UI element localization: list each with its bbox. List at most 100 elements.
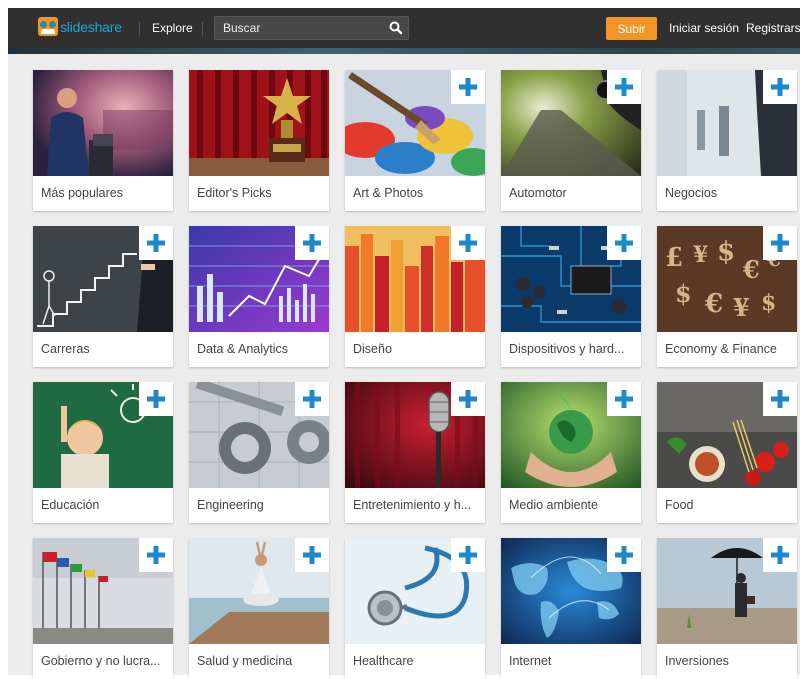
plus-icon bbox=[615, 78, 633, 96]
category-label: Salud y medicina bbox=[197, 654, 293, 668]
plus-icon bbox=[459, 546, 477, 564]
login-link[interactable]: Iniciar sesión bbox=[669, 21, 739, 35]
svg-text:€: € bbox=[742, 255, 760, 284]
category-card-art-photos[interactable]: Art & Photos bbox=[345, 70, 485, 211]
register-link[interactable]: Registrarse bbox=[746, 21, 800, 35]
category-label: Internet bbox=[509, 654, 552, 668]
follow-plus-button[interactable] bbox=[451, 70, 485, 104]
slideshare-logo[interactable]: slideshare bbox=[38, 17, 122, 36]
category-label: Art & Photos bbox=[353, 186, 424, 200]
category-card-inversiones[interactable]: Inversiones bbox=[657, 538, 797, 679]
category-label: Economy & Finance bbox=[665, 342, 777, 356]
nav-divider bbox=[139, 22, 140, 36]
svg-text:¥: ¥ bbox=[733, 293, 750, 322]
follow-plus-button[interactable] bbox=[295, 382, 329, 416]
follow-plus-button[interactable] bbox=[607, 70, 641, 104]
category-label: Negocios bbox=[665, 186, 718, 200]
follow-plus-button[interactable] bbox=[295, 538, 329, 572]
search-icon[interactable] bbox=[388, 20, 404, 36]
svg-text:€: € bbox=[704, 289, 723, 319]
category-card-engineering[interactable]: Engineering bbox=[189, 382, 329, 523]
category-card-gobierno[interactable]: Gobierno y no lucra... bbox=[33, 538, 173, 679]
category-card-data-analytics[interactable]: Data & Analytics bbox=[189, 226, 329, 367]
category-card-mas-populares[interactable]: Más populares bbox=[33, 70, 173, 211]
follow-plus-button[interactable] bbox=[763, 226, 797, 260]
plus-icon bbox=[459, 234, 477, 252]
follow-plus-button[interactable] bbox=[763, 538, 797, 572]
category-label: Educación bbox=[41, 498, 100, 512]
category-card-economy-finance[interactable]: £ ¥ $ € $ € ¥ $ € Economy & Finance bbox=[657, 226, 797, 367]
category-label: Automotor bbox=[509, 186, 567, 200]
explore-link[interactable]: Explore bbox=[152, 21, 193, 35]
follow-plus-button[interactable] bbox=[139, 538, 173, 572]
category-label: Gobierno y no lucra... bbox=[41, 654, 161, 668]
svg-text:$: $ bbox=[761, 290, 776, 316]
category-label: Medio ambiente bbox=[509, 498, 598, 512]
category-label: Dispositivos y hard... bbox=[509, 342, 625, 356]
upload-button[interactable]: Subir bbox=[606, 17, 657, 40]
follow-plus-button[interactable] bbox=[607, 226, 641, 260]
plus-icon bbox=[303, 390, 321, 408]
plus-icon bbox=[147, 390, 165, 408]
category-card-diseno[interactable]: Diseño bbox=[345, 226, 485, 367]
plus-icon bbox=[459, 390, 477, 408]
follow-plus-button[interactable] bbox=[451, 226, 485, 260]
follow-plus-button[interactable] bbox=[607, 538, 641, 572]
top-navigation-bar: slideshare Explore Subir Iniciar sesión … bbox=[8, 8, 800, 48]
category-card-educacion[interactable]: Educación bbox=[33, 382, 173, 523]
follow-plus-button[interactable] bbox=[763, 70, 797, 104]
svg-text:$: $ bbox=[717, 237, 735, 267]
plus-icon bbox=[147, 234, 165, 252]
category-thumbnail bbox=[189, 70, 329, 176]
category-label: Más populares bbox=[41, 186, 123, 200]
category-card-editors-picks[interactable]: Editor's Picks bbox=[189, 70, 329, 211]
category-grid: Más populares Editor's Picks Art & Photo… bbox=[8, 54, 800, 679]
svg-text:$: $ bbox=[675, 279, 692, 308]
category-label: Healthcare bbox=[353, 654, 414, 668]
plus-icon bbox=[147, 546, 165, 564]
plus-icon bbox=[771, 78, 789, 96]
nav-divider bbox=[202, 22, 203, 36]
category-card-salud-medicina[interactable]: Salud y medicina bbox=[189, 538, 329, 679]
plus-icon bbox=[303, 546, 321, 564]
search-box bbox=[214, 16, 409, 40]
category-label: Food bbox=[665, 498, 694, 512]
category-label: Engineering bbox=[197, 498, 264, 512]
plus-icon bbox=[771, 234, 789, 252]
category-label: Carreras bbox=[41, 342, 90, 356]
plus-icon bbox=[615, 390, 633, 408]
plus-icon bbox=[459, 78, 477, 96]
slideshare-logo-icon bbox=[38, 17, 58, 36]
follow-plus-button[interactable] bbox=[295, 226, 329, 260]
follow-plus-button[interactable] bbox=[139, 382, 173, 416]
plus-icon bbox=[615, 234, 633, 252]
search-input[interactable] bbox=[215, 17, 385, 39]
category-label: Inversiones bbox=[665, 654, 729, 668]
follow-plus-button[interactable] bbox=[139, 226, 173, 260]
category-card-dispositivos[interactable]: Dispositivos y hard... bbox=[501, 226, 641, 367]
category-card-carreras[interactable]: Carreras bbox=[33, 226, 173, 367]
svg-text:¥: ¥ bbox=[693, 242, 708, 268]
category-card-internet[interactable]: Internet bbox=[501, 538, 641, 679]
follow-plus-button[interactable] bbox=[451, 538, 485, 572]
plus-icon bbox=[771, 390, 789, 408]
plus-icon bbox=[771, 546, 789, 564]
category-label: Data & Analytics bbox=[197, 342, 289, 356]
category-label: Diseño bbox=[353, 342, 392, 356]
plus-icon bbox=[615, 546, 633, 564]
category-thumbnail bbox=[33, 70, 173, 176]
svg-text:£: £ bbox=[665, 243, 683, 273]
follow-plus-button[interactable] bbox=[451, 382, 485, 416]
follow-plus-button[interactable] bbox=[607, 382, 641, 416]
category-label: Editor's Picks bbox=[197, 186, 272, 200]
logo-text: slideshare bbox=[60, 18, 122, 35]
category-card-automotor[interactable]: Automotor bbox=[501, 70, 641, 211]
category-card-food[interactable]: Food bbox=[657, 382, 797, 523]
category-card-entretenimiento[interactable]: Entretenimiento y h... bbox=[345, 382, 485, 523]
follow-plus-button[interactable] bbox=[763, 382, 797, 416]
category-card-healthcare[interactable]: Healthcare bbox=[345, 538, 485, 679]
category-label: Entretenimiento y h... bbox=[353, 498, 472, 512]
plus-icon bbox=[303, 234, 321, 252]
category-card-negocios[interactable]: Negocios bbox=[657, 70, 797, 211]
category-card-medio-ambiente[interactable]: Medio ambiente bbox=[501, 382, 641, 523]
